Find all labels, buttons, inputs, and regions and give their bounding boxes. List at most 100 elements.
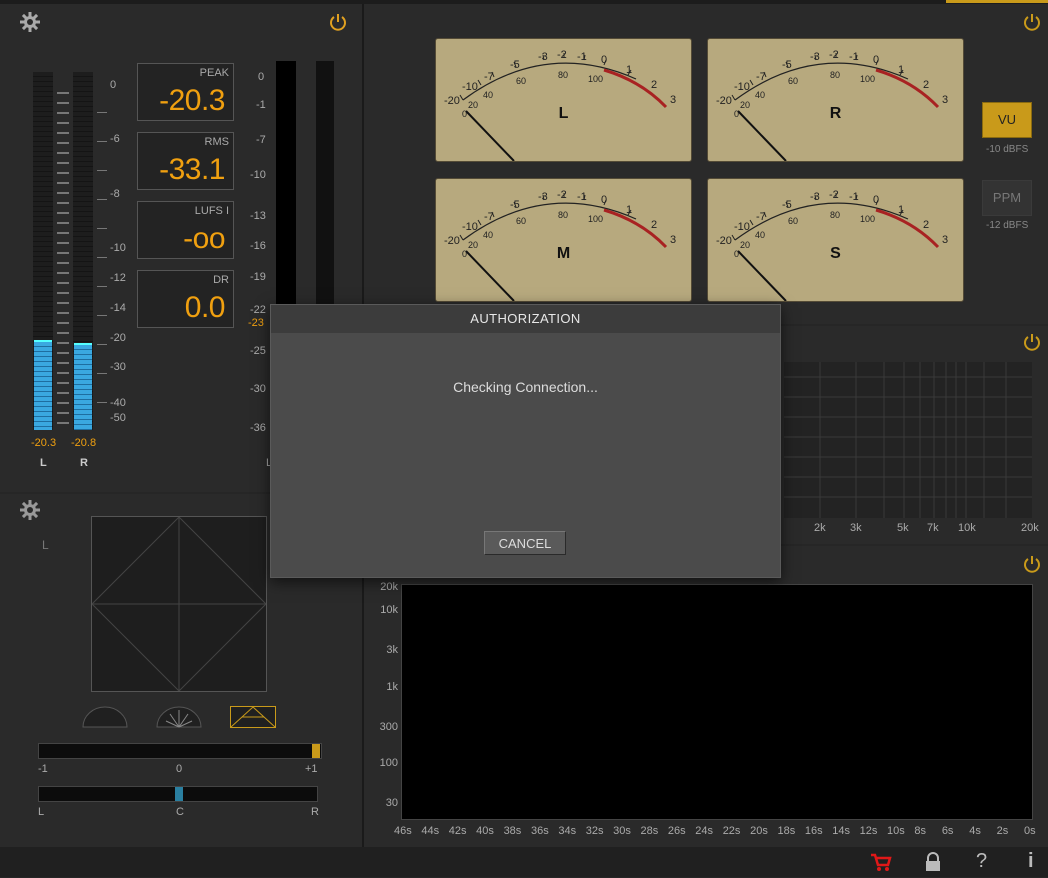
vu-s-tick-m1: -1 <box>849 191 859 203</box>
spec-x-label: 14s <box>832 825 850 837</box>
correlation-indicator <box>312 744 320 758</box>
scale-6: -6 <box>110 133 120 145</box>
vu-m-tick-m10: -10 <box>462 221 478 233</box>
lock-icon[interactable] <box>924 852 942 872</box>
balance-indicator <box>175 787 183 801</box>
info-icon[interactable]: i <box>1028 850 1034 873</box>
loud-scale-30: -30 <box>250 383 266 395</box>
vu-s-tick-m7: -7 <box>756 211 766 223</box>
spec-x-label: 4s <box>969 825 981 837</box>
rms-value: -33.1 <box>159 153 225 186</box>
vu-meter-m: -20 -10 -7 -5 -3 -2 -1 0 1 2 3 0 20 40 6… <box>435 178 692 302</box>
dr-value: 0.0 <box>184 291 226 324</box>
spec-y-20k: 20k <box>380 581 398 593</box>
vu-m-tick-m2: -2 <box>557 189 567 201</box>
vu-mode-button[interactable]: VU <box>982 102 1032 138</box>
meter-peak-right <box>74 343 92 345</box>
vu-r-pct-60: 60 <box>788 76 799 86</box>
spec-x-label: 10s <box>887 825 905 837</box>
meter-peak-left <box>34 340 52 342</box>
spectrum-power-icon[interactable] <box>1022 332 1042 352</box>
vu-s-tick-m5: -5 <box>782 199 792 211</box>
loud-scale-10: -10 <box>250 169 266 181</box>
vu-r-tick-2: 2 <box>923 79 930 91</box>
stereo-gear-icon[interactable] <box>20 500 40 520</box>
vu-l-tick-m7: -7 <box>484 71 494 83</box>
ppm-mode-button[interactable]: PPM <box>982 180 1032 216</box>
vu-r-pct-80: 80 <box>830 70 841 80</box>
bal-left: L <box>38 806 45 818</box>
vu-s-tick-m2: -2 <box>829 189 839 201</box>
vu-r-tick-m3: -3 <box>810 51 820 63</box>
vu-m-tick-0: 0 <box>601 194 608 206</box>
spectrogram-plot <box>401 584 1033 820</box>
cancel-button[interactable]: CANCEL <box>484 531 566 555</box>
loud-scale-0: 0 <box>258 71 265 83</box>
loud-scale-36: -36 <box>250 422 266 434</box>
vu-m-tick-m1: -1 <box>577 191 587 203</box>
authorization-dialog: AUTHORIZATION Checking Connection... CAN… <box>270 304 781 578</box>
scale-50: -50 <box>110 412 126 424</box>
spec-x-label: 46s <box>394 825 412 837</box>
scale-10: -10 <box>110 242 126 254</box>
vu-meter-s: -20 -10 -7 -5 -3 -2 -1 0 1 2 3 0 20 40 6… <box>707 178 964 302</box>
vu-m-pct-40: 40 <box>483 230 494 240</box>
ppm-ref-label: -12 dBFS <box>986 220 1029 231</box>
cart-icon[interactable] <box>870 853 892 873</box>
peak-box: PEAK -20.3 <box>137 63 234 121</box>
vu-r-tick-0: 0 <box>873 54 880 66</box>
meter-bar-right <box>73 72 93 430</box>
goniometer <box>91 516 267 692</box>
spectrum-x-20k: 20k <box>1021 522 1039 534</box>
mode-lissajous-icon[interactable] <box>230 706 276 728</box>
vu-s-pct-100: 100 <box>860 214 876 224</box>
bal-center: C <box>176 806 184 818</box>
spec-x-label: 38s <box>503 825 522 837</box>
vu-s-tick-1: 1 <box>898 204 905 216</box>
vu-s-tick-m3: -3 <box>810 191 820 203</box>
left-readout: -20.3 <box>31 437 57 449</box>
scale-14: -14 <box>110 302 126 314</box>
vu-meter-r: -20 -10 -7 -5 -3 -2 -1 0 1 2 3 0 20 40 6… <box>707 38 964 162</box>
vu-l-tick-1: 1 <box>626 64 633 76</box>
vu-m-tick-m3: -3 <box>538 191 548 203</box>
level-power-icon[interactable] <box>328 12 348 32</box>
scale-20: -20 <box>110 332 126 344</box>
vu-m-tick-1: 1 <box>626 204 633 216</box>
vu-channel-r: R <box>829 105 842 122</box>
loud-scale-1: -1 <box>256 99 266 111</box>
corr-min: -1 <box>38 763 48 775</box>
spec-y-10k: 10k <box>380 604 398 616</box>
meter-ticks-right <box>97 84 107 424</box>
spectrogram-power-icon[interactable] <box>1022 554 1042 574</box>
vu-s-pct-60: 60 <box>788 216 799 226</box>
correlation-bar <box>38 743 322 759</box>
spec-x-label: 8s <box>914 825 927 837</box>
spec-x-label: 40s <box>476 825 494 837</box>
loud-scale-16: -16 <box>250 240 266 252</box>
help-icon[interactable]: ? <box>976 850 987 873</box>
spec-x-label: 20s <box>750 825 768 837</box>
spec-x-label: 36s <box>530 825 549 837</box>
vu-m-tick-m7: -7 <box>484 211 494 223</box>
vu-channel-l: L <box>558 105 569 122</box>
vu-m-pct-60: 60 <box>516 216 527 226</box>
spec-x-label: 34s <box>558 825 577 837</box>
settings-gear-icon[interactable] <box>20 12 40 32</box>
loud-scale-22: -22 <box>250 304 266 316</box>
peak-label: PEAK <box>199 67 229 79</box>
mode-burst-icon[interactable] <box>156 706 202 728</box>
scale-8: -8 <box>110 188 120 200</box>
right-readout: -20.8 <box>71 437 97 449</box>
spec-x-label: 44s <box>421 825 440 837</box>
meter-ticks-left <box>57 84 69 424</box>
channel-label-left: L <box>40 457 47 469</box>
footer-bar: ? i <box>0 847 1048 877</box>
vu-s-tick-m10: -10 <box>734 221 750 233</box>
vu-r-pct-100: 100 <box>860 74 876 84</box>
vu-r-pct-40: 40 <box>755 90 766 100</box>
mode-halfcircle-icon[interactable] <box>82 706 128 728</box>
vu-power-icon[interactable] <box>1022 12 1042 32</box>
loud-scale-13: -13 <box>250 210 266 222</box>
vu-m-pct-100: 100 <box>588 214 604 224</box>
